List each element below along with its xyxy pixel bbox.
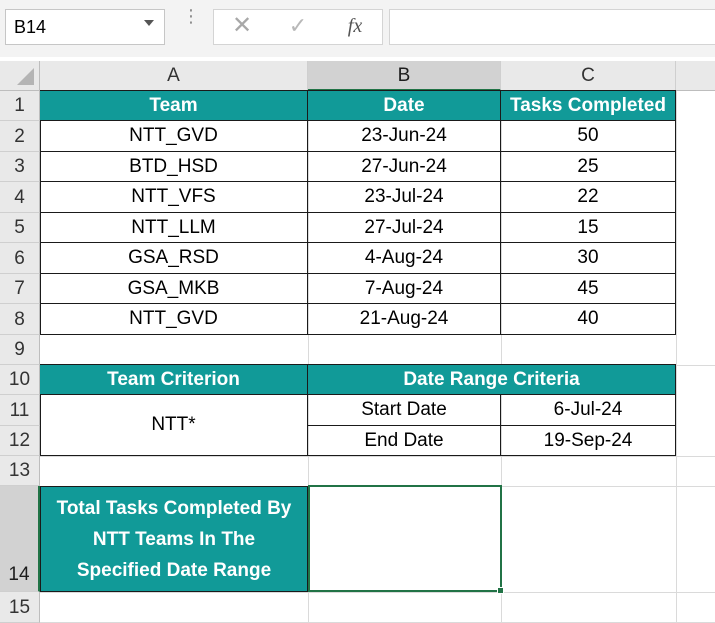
check-icon[interactable]: ✓ (286, 12, 310, 40)
name-box[interactable]: B14 (5, 9, 165, 45)
table-cell[interactable]: 21-Aug-24 (308, 304, 501, 335)
row-header-8[interactable]: 8 (0, 304, 40, 335)
date-range-header[interactable]: Date Range Criteria (308, 365, 676, 395)
result-label[interactable]: Total Tasks Completed By NTT Teams In Th… (40, 486, 308, 592)
chevron-down-icon[interactable] (144, 20, 154, 26)
gridline (40, 592, 715, 593)
team-criterion-header[interactable]: Team Criterion (40, 365, 308, 395)
table-cell[interactable]: 25 (501, 152, 676, 182)
row-header-11[interactable]: 11 (0, 395, 40, 426)
row-header-13[interactable]: 13 (0, 456, 40, 486)
table-header-tasks[interactable]: Tasks Completed (501, 91, 676, 121)
table-cell[interactable]: 23-Jul-24 (308, 182, 501, 213)
table-cell[interactable]: 27-Jun-24 (308, 152, 501, 182)
table-cell[interactable]: 15 (501, 213, 676, 243)
table-cell[interactable]: GSA_RSD (40, 243, 308, 274)
table-cell[interactable]: 4-Aug-24 (308, 243, 501, 274)
table-cell[interactable]: 23-Jun-24 (308, 121, 501, 152)
table-cell[interactable]: GSA_MKB (40, 274, 308, 304)
table-cell[interactable]: 30 (501, 243, 676, 274)
table-header-date[interactable]: Date (308, 91, 501, 121)
table-cell[interactable]: 22 (501, 182, 676, 213)
row-header-14[interactable]: 14 (0, 486, 40, 592)
end-date-value[interactable]: 19-Sep-24 (501, 426, 676, 456)
row-header-3[interactable]: 3 (0, 152, 40, 182)
column-header-a[interactable]: A (40, 61, 308, 91)
active-cell-b14[interactable] (308, 485, 502, 592)
row-header-10[interactable]: 10 (0, 365, 40, 395)
table-cell[interactable]: 27-Jul-24 (308, 213, 501, 243)
row-header-6[interactable]: 6 (0, 243, 40, 274)
table-header-team[interactable]: Team (40, 91, 308, 121)
row-header-2[interactable]: 2 (0, 121, 40, 152)
table-cell[interactable]: NTT_LLM (40, 213, 308, 243)
fill-handle[interactable] (497, 587, 504, 594)
team-criterion-value[interactable]: NTT* (40, 395, 308, 456)
end-date-label[interactable]: End Date (308, 426, 501, 456)
column-header-b[interactable]: B (308, 61, 501, 91)
gridline (40, 456, 715, 457)
column-header-c[interactable]: C (501, 61, 676, 91)
table-cell[interactable]: BTD_HSD (40, 152, 308, 182)
close-icon[interactable]: ✕ (230, 12, 254, 40)
row-header-5[interactable]: 5 (0, 213, 40, 243)
gridline (676, 91, 677, 623)
table-cell[interactable]: NTT_GVD (40, 121, 308, 152)
start-date-value[interactable]: 6-Jul-24 (501, 395, 676, 426)
select-all-icon (17, 68, 34, 85)
table-cell[interactable]: 45 (501, 274, 676, 304)
table-cell[interactable]: NTT_VFS (40, 182, 308, 213)
row-header-7[interactable]: 7 (0, 274, 40, 304)
column-header-d[interactable] (676, 61, 715, 91)
table-cell[interactable]: 7-Aug-24 (308, 274, 501, 304)
formula-input[interactable] (389, 9, 715, 45)
row-header-9[interactable]: 9 (0, 335, 40, 365)
row-header-12[interactable]: 12 (0, 426, 40, 456)
table-cell[interactable]: 40 (501, 304, 676, 335)
row-header-1[interactable]: 1 (0, 91, 40, 121)
table-cell[interactable]: 50 (501, 121, 676, 152)
row-header-15[interactable]: 15 (0, 592, 40, 623)
insert-function-button[interactable]: fx (340, 12, 370, 40)
row-header-4[interactable]: 4 (0, 182, 40, 213)
table-cell[interactable]: NTT_GVD (40, 304, 308, 335)
more-options-icon[interactable]: ⋮ (182, 7, 200, 43)
start-date-label[interactable]: Start Date (308, 395, 501, 426)
